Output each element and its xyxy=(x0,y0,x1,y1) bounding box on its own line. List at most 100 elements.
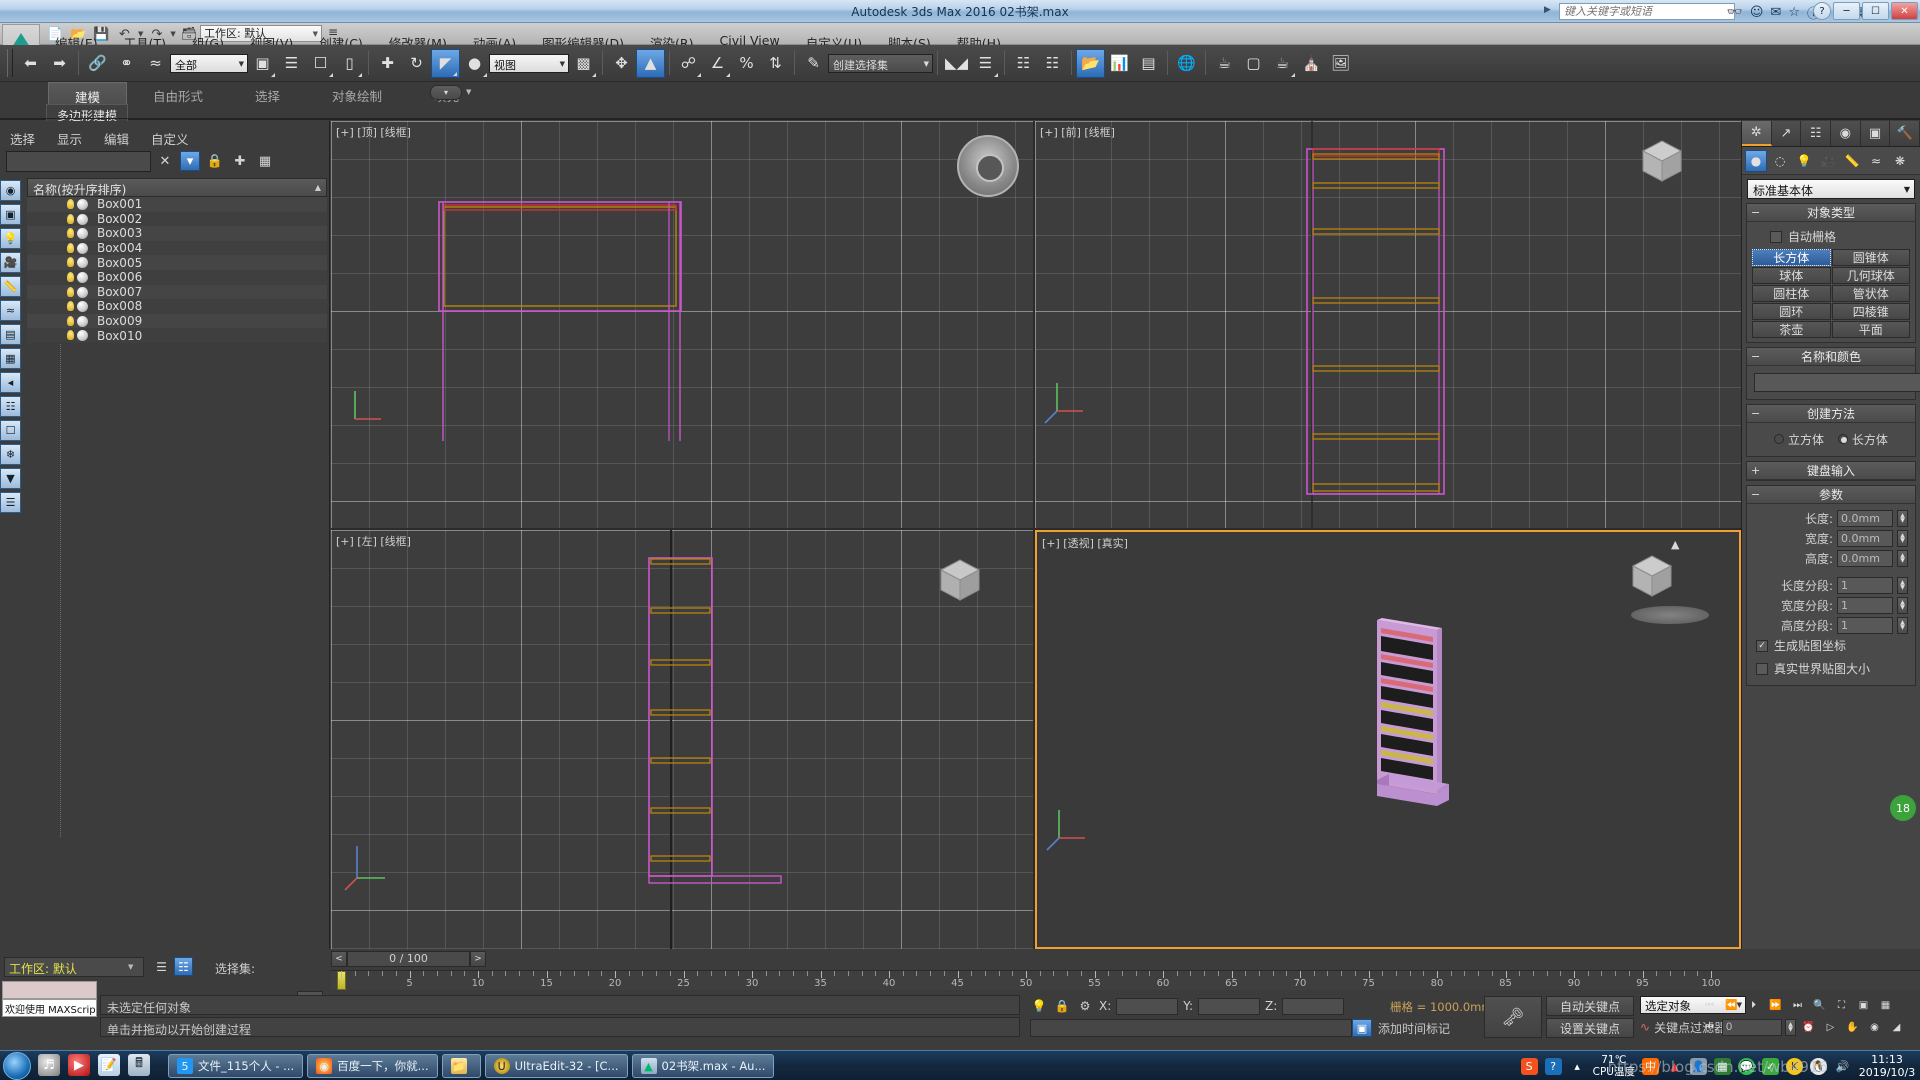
current-frame-spinner[interactable]: ▲ ▼ xyxy=(1785,1018,1796,1036)
key-mode-toggle-icon[interactable]: 🗝 xyxy=(1484,996,1542,1038)
view-cube[interactable] xyxy=(931,552,989,610)
taskbar-item-ultraedit[interactable]: U UltraEdit-32 - [C... xyxy=(484,1054,628,1078)
parameter-width-input[interactable]: 0.0mm xyxy=(1837,529,1893,547)
space-warps-filter-icon[interactable]: ≈ xyxy=(0,300,21,321)
close-button[interactable]: ✕ xyxy=(1891,2,1918,20)
viewport-front[interactable]: [+] [前] [线框] xyxy=(1035,121,1741,528)
rollout-parameters-header[interactable]: − 参数 xyxy=(1747,486,1915,504)
ribbon-toggle-icon[interactable]: ☷ xyxy=(1038,49,1067,78)
show-hidden-icons-icon[interactable]: ▴ xyxy=(1569,1058,1586,1075)
list-item[interactable]: Box004 xyxy=(27,240,327,256)
explorer-menu-edit[interactable]: 编辑 xyxy=(104,129,129,148)
space-warps-icon[interactable]: ≈ xyxy=(1865,150,1887,172)
scene-explorer-icon[interactable]: 📂 xyxy=(1076,48,1105,78)
maximize-viewport-toggle-icon[interactable]: ◢ xyxy=(1887,1018,1906,1036)
use-pivot-center-icon[interactable]: ▩ xyxy=(569,49,598,78)
render-iterative-icon[interactable]: ⛪ xyxy=(1297,49,1326,78)
add-time-tag-icon[interactable]: ▣ xyxy=(1351,1019,1372,1037)
object-sphere-icon[interactable] xyxy=(77,257,88,269)
taskbar-item-3dsmax[interactable]: ▲ 02书架.max - Au... xyxy=(631,1054,775,1078)
object-sphere-icon[interactable] xyxy=(77,199,88,210)
realplayer-icon[interactable]: ▶ xyxy=(68,1054,90,1076)
autogrid-row[interactable]: 自动栅格 xyxy=(1752,226,1910,249)
groups-filter-icon[interactable]: ▤ xyxy=(0,324,21,345)
named-selection-sets-combo[interactable]: 创建选择集 ▼ xyxy=(828,53,933,73)
select-and-place-icon[interactable]: ✥ xyxy=(607,49,636,78)
taskbar-item-folder[interactable]: 📁 xyxy=(441,1054,481,1078)
utilities-tab-icon[interactable]: 🔨 xyxy=(1890,121,1920,146)
layer-explorer-icon[interactable]: ☷ xyxy=(1009,49,1038,78)
ribbon-tab-freeform[interactable]: 自由形式 xyxy=(127,82,229,110)
notification-badge[interactable]: 18 xyxy=(1890,795,1916,821)
create-box-button[interactable]: 长方体 xyxy=(1752,249,1831,266)
explorer-menu-select[interactable]: 选择 xyxy=(10,129,35,148)
add-selection-icon[interactable]: ✚ xyxy=(230,151,250,171)
expand-icon[interactable]: + xyxy=(1751,464,1760,477)
radio-cube[interactable] xyxy=(1774,434,1785,444)
systems-icon[interactable]: ❋ xyxy=(1889,150,1911,172)
create-cylinder-button[interactable]: 圆柱体 xyxy=(1752,285,1831,302)
snap-toggle-icon[interactable]: ☍ xyxy=(674,49,703,78)
binoculars-icon[interactable]: 👓 xyxy=(1727,5,1743,20)
workspace-status[interactable]: 工作区: 默认 xyxy=(4,957,144,977)
hidden-filter-icon[interactable]: ☐ xyxy=(0,420,21,441)
redo-icon[interactable]: ➡ xyxy=(45,49,74,78)
list-item[interactable]: Box008 xyxy=(27,299,327,314)
communication-icon[interactable]: ✉ xyxy=(1770,5,1781,20)
viewport-label[interactable]: [+] [前] [线框] xyxy=(1040,124,1115,140)
time-configuration-icon[interactable]: ⏰ xyxy=(1799,1018,1818,1036)
light-bulb-icon[interactable] xyxy=(67,199,74,209)
view-cube[interactable] xyxy=(957,135,1019,197)
light-bulb-icon[interactable] xyxy=(67,228,74,239)
list-item[interactable]: Box010 xyxy=(27,328,327,343)
light-bulb-icon[interactable] xyxy=(67,271,74,282)
start-orb-icon[interactable] xyxy=(3,1052,31,1080)
parameter-length-input[interactable]: 0.0mm xyxy=(1837,509,1893,527)
viewport-label[interactable]: [+] [左] [线框] xyxy=(336,533,411,549)
zoom-region-icon[interactable]: ▣ xyxy=(1854,996,1873,1014)
expand-all-icon[interactable]: ☰ xyxy=(0,492,21,513)
lights-filter-icon[interactable]: 💡 xyxy=(0,228,21,249)
zoom-extents-icon[interactable]: ⛶ xyxy=(1832,996,1851,1014)
go-to-end-icon[interactable]: ⏭ xyxy=(1788,996,1807,1014)
select-link-icon[interactable]: 🔗 xyxy=(83,49,112,78)
width-spinner[interactable]: ▲ ▼ xyxy=(1897,529,1908,547)
light-bulb-icon[interactable] xyxy=(67,286,74,297)
collapse-icon[interactable]: − xyxy=(1751,488,1760,501)
ribbon-tab-object-paint[interactable]: 对象绘制 xyxy=(306,82,408,110)
create-plane-button[interactable]: 平面 xyxy=(1831,321,1910,338)
explorer-object-list[interactable]: Box001 Box002 Box003 Box004 Box005 Box00… xyxy=(27,197,327,837)
field-of-view-icon[interactable]: ▷ xyxy=(1821,1018,1840,1036)
zoom-icon[interactable]: 🔍 xyxy=(1810,996,1829,1014)
list-item[interactable]: Box002 xyxy=(27,211,327,227)
media-player-icon[interactable]: ♬ xyxy=(38,1054,60,1076)
ribbon-minimize-button[interactable]: ▾ xyxy=(430,85,462,100)
explorer-search-input[interactable] xyxy=(6,151,151,172)
light-bulb-icon[interactable] xyxy=(67,301,74,312)
maximize-viewport-icon[interactable]: ▲ xyxy=(1671,538,1681,551)
object-sphere-icon[interactable] xyxy=(77,301,88,313)
window-crossing-icon[interactable]: ▯ xyxy=(335,49,364,78)
create-cone-button[interactable]: 圆锥体 xyxy=(1831,249,1910,266)
unlink-selection-icon[interactable]: ⚭ xyxy=(112,49,141,78)
autogrid-checkbox[interactable] xyxy=(1770,230,1782,243)
motion-tab-icon[interactable]: ◉ xyxy=(1831,121,1861,146)
width-segs-spinner[interactable]: ▲ ▼ xyxy=(1897,596,1908,614)
timeline-ruler[interactable]: ☰ 51015202530354045505560657075808590951… xyxy=(297,970,1920,1010)
explorer-menu-customize[interactable]: 自定义 xyxy=(151,129,189,148)
render-frame-window-icon[interactable]: ▢ xyxy=(1239,49,1268,78)
helpers-filter-icon[interactable]: 📏 xyxy=(0,276,21,297)
select-and-push-icon[interactable]: ▲ xyxy=(636,48,665,78)
object-sphere-icon[interactable] xyxy=(77,315,88,327)
select-object-icon[interactable]: ▣ xyxy=(248,49,277,78)
cameras-filter-icon[interactable]: 🎥 xyxy=(0,252,21,273)
collapse-icon[interactable]: − xyxy=(1751,350,1760,363)
render-activeshade-icon[interactable]: 🖼 xyxy=(1326,49,1355,78)
rollout-keyboard-entry-header[interactable]: + 键盘输入 xyxy=(1747,462,1915,480)
parameter-height-segs-input[interactable]: 1 xyxy=(1837,616,1893,634)
render-setup-icon[interactable]: ☕ xyxy=(1210,49,1239,78)
object-sphere-icon[interactable] xyxy=(77,213,88,225)
selection-lock-icon[interactable]: 🔒 xyxy=(1053,997,1071,1015)
pan-view-icon[interactable]: ✋ xyxy=(1843,1018,1862,1036)
geometry-filter-icon[interactable]: ◉ xyxy=(0,180,21,201)
